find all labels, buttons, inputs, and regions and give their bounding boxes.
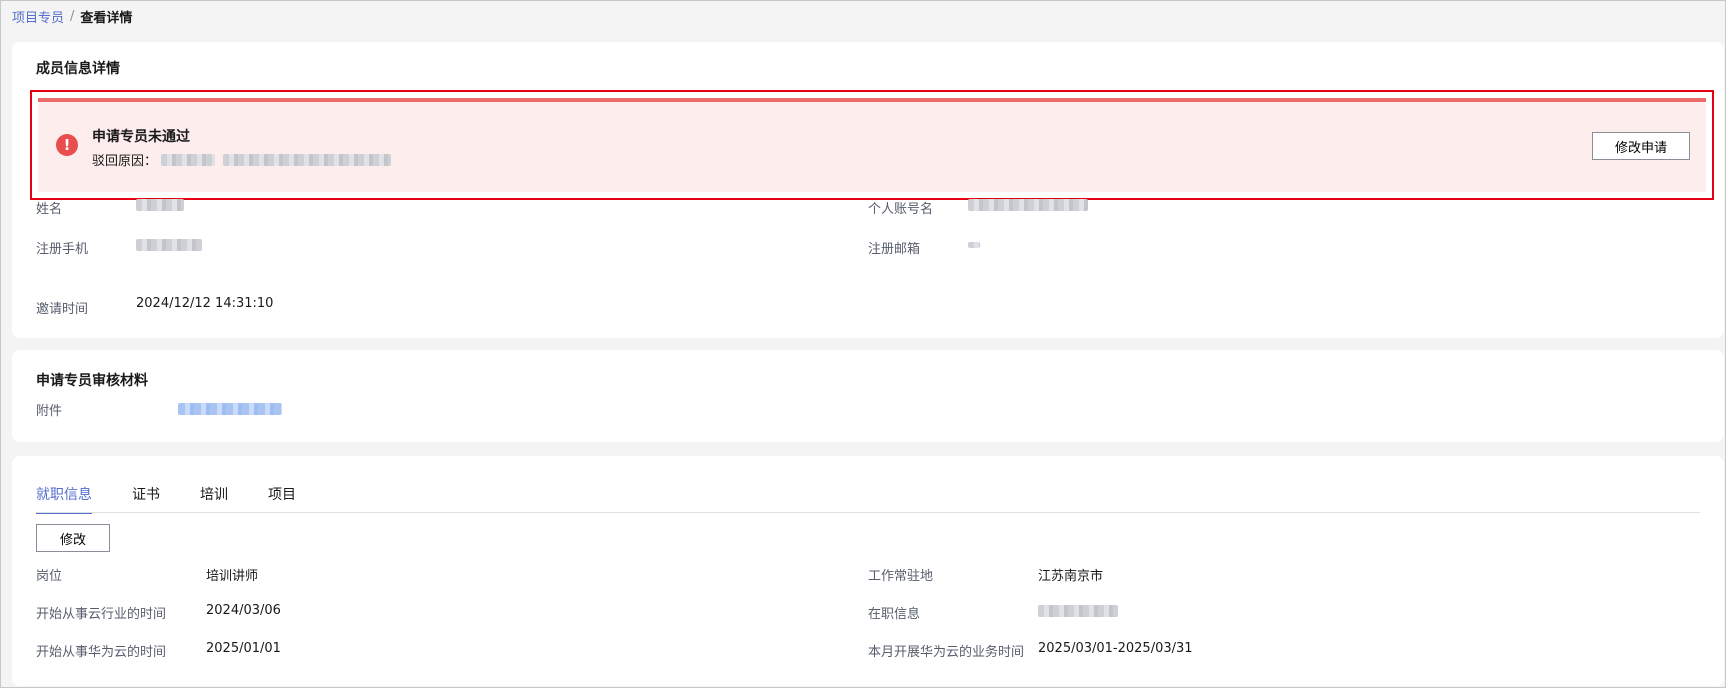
member-info-card: 成员信息详情 ! 申请专员未通过 驳回原因： 修改申请 姓名 个人账号名 注册手… xyxy=(12,42,1724,338)
invite-time-value: 2024/12/12 14:31:10 xyxy=(136,296,274,311)
materials-card: 申请专员审核材料 附件 xyxy=(12,350,1724,442)
alert-highlight-outline: ! 申请专员未通过 驳回原因： 修改申请 xyxy=(30,90,1714,200)
tab-projects[interactable]: 项目 xyxy=(268,484,296,514)
rejection-alert: ! 申请专员未通过 驳回原因： 修改申请 xyxy=(38,98,1706,192)
tabs-divider xyxy=(36,512,1700,513)
redacted-reason-part xyxy=(223,153,392,166)
invite-time-field: 邀请时间 xyxy=(36,298,88,317)
attachment-link[interactable] xyxy=(178,403,282,415)
attachment-label: 附件 xyxy=(36,404,63,419)
redacted-reason-part xyxy=(161,153,216,166)
email-label: 注册邮箱 xyxy=(868,242,921,257)
alert-title: 申请专员未通过 xyxy=(92,129,190,145)
location-value: 江苏南京市 xyxy=(1038,569,1104,584)
job-info-label: 在职信息 xyxy=(868,607,921,622)
cloud-industry-label: 开始从事云行业的时间 xyxy=(36,607,167,622)
location-label: 工作常驻地 xyxy=(868,569,934,584)
redacted-job-info xyxy=(1038,605,1118,617)
redacted-phone xyxy=(136,239,202,251)
monthly-business-value: 2025/03/01-2025/03/31 xyxy=(1038,641,1193,656)
huawei-cloud-label: 开始从事华为云的时间 xyxy=(36,645,167,660)
modify-application-button[interactable]: 修改申请 xyxy=(1592,132,1690,160)
name-label: 姓名 xyxy=(36,202,63,217)
position-label: 岗位 xyxy=(36,569,63,584)
tab-employment-info[interactable]: 就职信息 xyxy=(36,484,92,514)
breadcrumb-parent-link[interactable]: 项目专员 xyxy=(12,7,64,26)
edit-employment-button[interactable]: 修改 xyxy=(36,524,110,552)
employment-card: 就职信息 证书 培训 项目 修改 岗位 培训讲师 工作常驻地 江苏南京市 开始从… xyxy=(12,456,1724,686)
materials-title: 申请专员审核材料 xyxy=(36,373,148,389)
redacted-name xyxy=(136,199,184,211)
exclamation-icon: ! xyxy=(56,134,78,156)
invite-time-label: 邀请时间 xyxy=(36,302,89,317)
breadcrumb: 项目专员 / 查看详情 xyxy=(12,7,132,26)
tab-certificates[interactable]: 证书 xyxy=(132,484,160,514)
phone-field: 注册手机 xyxy=(36,238,88,257)
account-label: 个人账号名 xyxy=(868,202,934,217)
account-field: 个人账号名 xyxy=(868,198,933,217)
position-value: 培训讲师 xyxy=(206,569,259,584)
alert-reason: 驳回原因： xyxy=(92,150,392,169)
redacted-account xyxy=(968,199,1088,211)
name-field: 姓名 xyxy=(36,198,62,217)
email-field: 注册邮箱 xyxy=(868,238,920,257)
redacted-email xyxy=(968,242,980,248)
breadcrumb-separator: / xyxy=(70,9,75,24)
huawei-cloud-value: 2025/01/01 xyxy=(206,641,281,656)
employment-tabs: 就职信息 证书 培训 项目 xyxy=(36,484,296,514)
member-info-title: 成员信息详情 xyxy=(36,61,120,77)
reason-label: 驳回原因： xyxy=(92,154,158,169)
tab-training[interactable]: 培训 xyxy=(200,484,228,514)
cloud-industry-value: 2024/03/06 xyxy=(206,603,281,618)
phone-label: 注册手机 xyxy=(36,242,89,257)
monthly-business-label: 本月开展华为云的业务时间 xyxy=(868,645,1025,660)
attachment-field: 附件 xyxy=(36,400,62,419)
breadcrumb-current: 查看详情 xyxy=(80,11,133,26)
